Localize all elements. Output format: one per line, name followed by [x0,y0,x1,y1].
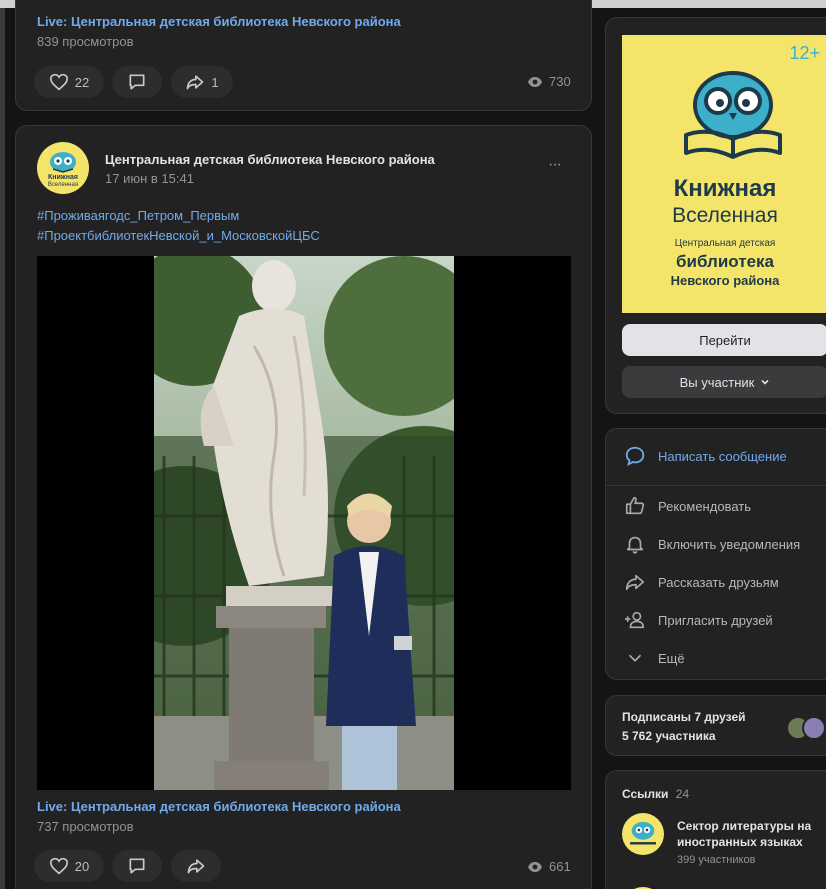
owl-book-icon [684,71,782,159]
member-label: Вы участник [679,374,755,390]
community-cover[interactable]: 12+ Книжная Вселенная Центральная детска… [622,35,826,313]
recommend-label: Рекомендовать [658,498,751,514]
tell-friends-label: Рассказать друзьям [658,574,779,590]
comment-icon [127,856,147,876]
links-title: Ссылки [622,787,669,801]
more-label: Ещё [658,650,685,666]
like-count-2: 20 [74,858,90,874]
cover-title-1: Книжная [673,175,777,202]
recommend-item[interactable]: Рекомендовать [624,495,751,517]
community-cover-card: 12+ Книжная Вселенная Центральная детска… [605,17,826,414]
friends-subscribed-text: Подписаны 7 друзей [622,710,746,724]
share-button[interactable]: 1 [171,66,233,98]
invite-friends-item[interactable]: Пригласить друзей [624,609,773,631]
author-avatar[interactable]: Книжная Вселенная [37,142,89,194]
thumbs-up-icon [624,495,646,517]
avatar-logo-text-2: Вселенная [47,182,79,188]
age-rating: 12+ [789,43,820,63]
links-card: Ссылки 24 Сектор литературы на иностранн… [605,770,826,889]
goto-button[interactable]: Перейти [622,324,826,356]
more-item[interactable]: Ещё [624,647,685,669]
menu-divider [606,485,826,486]
member-dropdown-button[interactable]: Вы участник [622,366,826,398]
links-header[interactable]: Ссылки 24 [622,787,689,801]
views-text-2: 737 просмотров [37,819,134,834]
links-count: 24 [675,787,690,801]
cover-subtitle-1: Центральная детская [674,238,776,249]
cover-title-2: Вселенная [672,204,778,227]
share-button-2[interactable] [171,850,221,882]
like-button-2[interactable]: 20 [34,850,104,882]
friend-avatar [802,716,826,740]
friends-subscribed-card[interactable]: Подписаны 7 друзей 5 762 участника [605,695,826,756]
cover-subtitle-3: Невского района [670,273,780,288]
live-title-link-2[interactable]: Live: Центральная детская библиотека Нев… [37,799,401,814]
video-frame [154,256,454,790]
tell-friends-item[interactable]: Рассказать друзьям [624,571,779,593]
window-left-edge [0,8,5,889]
page: Live: Центральная детская библиотека Нев… [0,0,826,889]
live-title-link[interactable]: Live: Центральная детская библиотека Нев… [37,14,401,29]
notifications-item[interactable]: Включить уведомления [624,533,800,555]
post-card: Книжная Вселенная Центральная детская би… [15,125,592,889]
owl-logo-icon [630,821,656,845]
video-player[interactable] [37,256,571,790]
like-button[interactable]: 22 [34,66,104,98]
write-message-item[interactable]: Написать сообщение [624,445,787,467]
friend-avatars [786,716,826,740]
view-count: 730 [549,74,571,89]
cover-subtitle-2: библиотека [676,252,774,271]
views-text: 839 просмотров [37,34,134,49]
bell-icon [624,533,646,555]
comment-icon [127,72,147,92]
chevron-down-icon [624,647,646,669]
post-author[interactable]: Центральная детская библиотека Невского … [105,152,435,167]
avatar-logo-text-1: Книжная [48,174,78,181]
chevron-down-icon [760,377,770,387]
video-thumbnail-image [154,256,454,790]
like-count: 22 [74,74,90,90]
post-more-button[interactable]: ··· [548,156,562,174]
post-date[interactable]: 17 июн в 15:41 [105,171,194,186]
add-user-icon [624,609,646,631]
share-arrow-icon [185,72,205,92]
hashtag-link-1[interactable]: #Проживаягодс_Петром_Первым [37,208,239,223]
heart-icon [49,857,69,875]
write-message-label: Написать сообщение [658,448,787,464]
view-count-2: 661 [549,859,571,874]
eye-icon [527,861,543,873]
members-count: 5 762 участника [622,729,716,743]
comment-button-2[interactable] [112,850,162,882]
eye-icon [527,76,543,88]
message-bubble-icon [624,445,646,467]
link-avatar [622,813,664,855]
link-item[interactable]: Сектор литературы на иностранных языках … [622,813,826,873]
community-actions-card: Написать сообщение Рекомендовать Включит… [605,428,826,680]
link-title-line-2: иностранных языках [677,835,803,849]
share-arrow-icon [186,856,206,876]
hashtag-link-2[interactable]: #ПроектбиблиотекНевской_и_МосковскойЦБС [37,228,320,243]
notifications-label: Включить уведомления [658,536,801,552]
view-counter: 730 [527,74,571,89]
heart-icon [49,73,69,91]
link-members: 399 участников [677,854,756,866]
share-count: 1 [211,74,219,90]
post-card-previous: Live: Центральная детская библиотека Нев… [15,0,592,111]
link-title-line-1: Сектор литературы на [677,819,812,833]
view-counter-2: 661 [527,859,571,874]
share-arrow-icon [624,571,646,593]
invite-friends-label: Пригласить друзей [658,612,773,628]
comment-button[interactable] [112,66,162,98]
